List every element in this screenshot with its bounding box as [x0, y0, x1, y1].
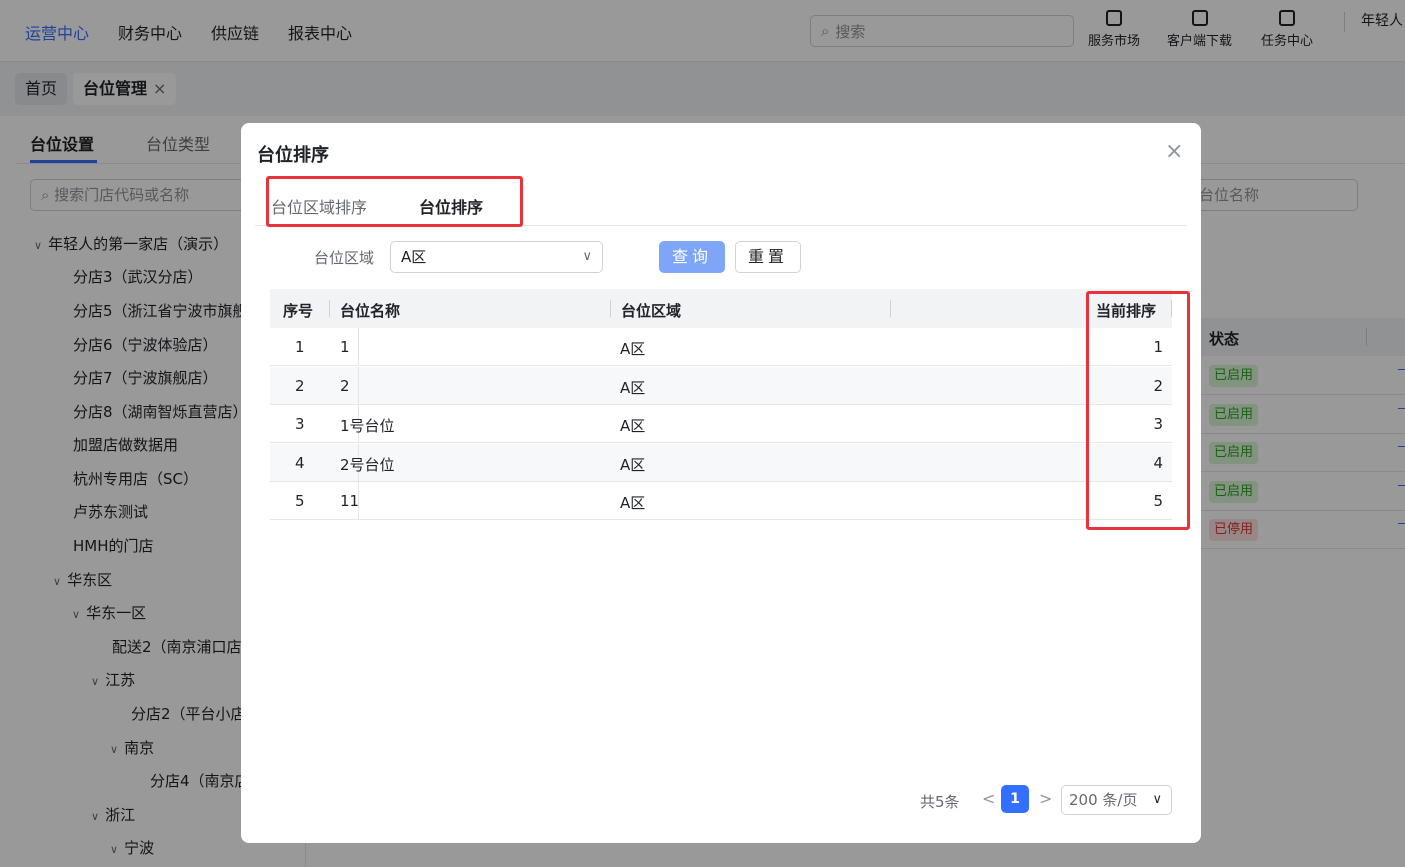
- column-divider: [329, 300, 330, 317]
- highlight-box-tabs: [266, 176, 523, 227]
- table-row[interactable]: [270, 328, 1172, 366]
- dialog-title: 台位排序: [257, 145, 329, 166]
- cell-name: 2号台位: [340, 455, 395, 474]
- column-header-index: 序号: [283, 302, 314, 320]
- area-select[interactable]: A区 ∨: [390, 241, 603, 273]
- cell-name: 11: [340, 492, 360, 510]
- column-header-area: 台位区域: [621, 302, 682, 320]
- cell-name: 2: [340, 376, 350, 395]
- table-sort-dialog: 台位排序 × 台位区域排序 台位排序 台位区域 A区 ∨ 查询 重置 序号 台位…: [241, 123, 1201, 843]
- column-divider: [890, 300, 891, 317]
- cell-area: A区: [620, 455, 646, 474]
- reset-button[interactable]: 重置: [735, 241, 801, 273]
- column-divider: [610, 300, 611, 317]
- area-select-value: A区: [401, 248, 427, 266]
- page-size-select[interactable]: 200 条/页 ∨: [1061, 785, 1172, 815]
- table-row[interactable]: [270, 482, 1172, 520]
- cell-index: 2: [295, 376, 305, 395]
- chevron-left-icon[interactable]: <: [982, 789, 995, 808]
- cell-index: 3: [295, 415, 305, 433]
- page-button-current[interactable]: 1: [1001, 785, 1029, 813]
- pagination-total: 共5条: [920, 793, 960, 811]
- column-header-name: 台位名称: [340, 302, 401, 320]
- table-header: [270, 289, 1172, 328]
- highlight-box-order-column: [1086, 291, 1190, 530]
- cell-index: 5: [295, 492, 305, 510]
- close-icon[interactable]: ×: [1165, 139, 1183, 165]
- cell-name: 1: [340, 338, 350, 356]
- table-row[interactable]: [270, 405, 1172, 443]
- chevron-down-icon: ∨: [582, 249, 592, 264]
- query-button[interactable]: 查询: [659, 241, 725, 273]
- table-row[interactable]: [270, 443, 1172, 482]
- table-row[interactable]: [270, 366, 1172, 405]
- cell-area: A区: [620, 378, 646, 397]
- chevron-right-icon[interactable]: >: [1039, 789, 1052, 808]
- page-size-value: 200 条/页: [1069, 791, 1138, 809]
- cell-name: 1号台位: [340, 417, 395, 435]
- chevron-down-icon: ∨: [1152, 792, 1162, 807]
- column-divider: [358, 366, 359, 405]
- area-filter-label: 台位区域: [314, 249, 375, 267]
- cell-index: 1: [295, 338, 305, 356]
- cell-index: 4: [295, 453, 305, 472]
- cell-area: A区: [620, 340, 646, 358]
- column-divider: [358, 328, 359, 366]
- cell-area: A区: [620, 494, 646, 512]
- cell-area: A区: [620, 417, 646, 435]
